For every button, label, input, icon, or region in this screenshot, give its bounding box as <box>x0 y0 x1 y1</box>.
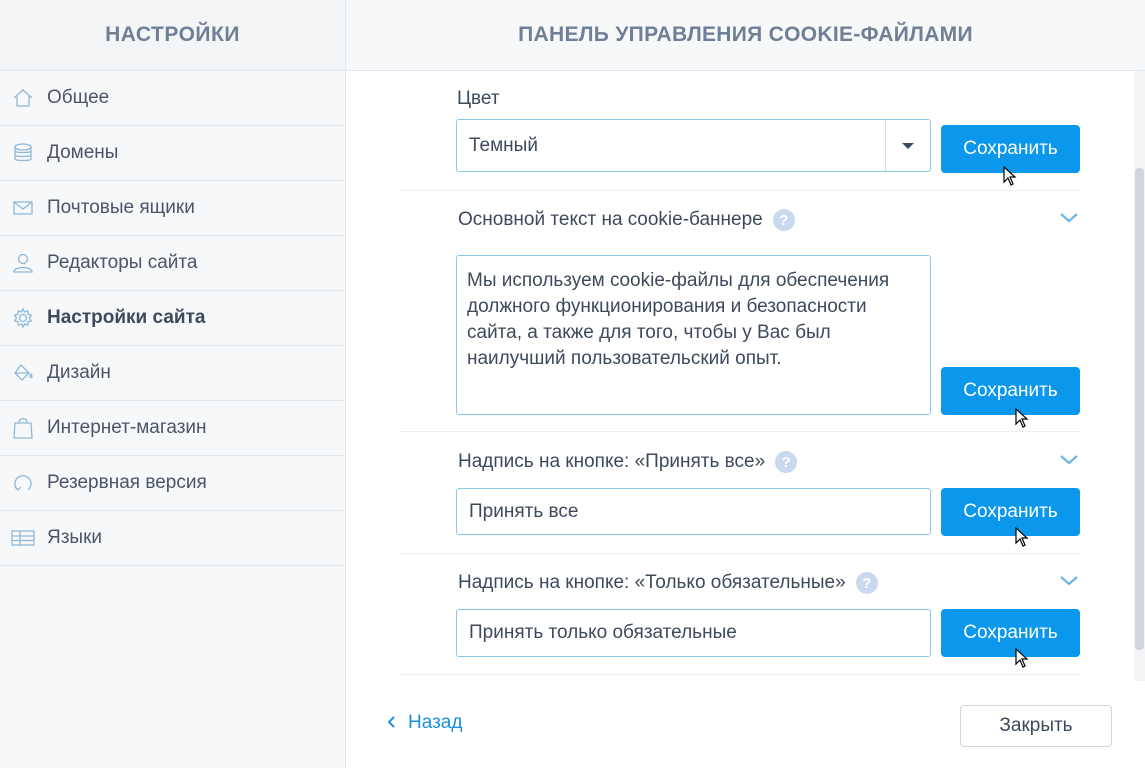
divider <box>400 553 1080 554</box>
cookie-settings-content[interactable]: Цвет Темный Сохранить Основной текст на … <box>346 71 1145 681</box>
sidebar-nav: Общее Домены Почтовые ящики Редакторы са… <box>0 71 345 566</box>
back-link[interactable]: Назад <box>387 712 463 734</box>
accept-all-label: Надпись на кнопке: «Принять все»? <box>458 451 798 473</box>
help-icon[interactable]: ? <box>855 572 878 594</box>
sidebar-item-mailboxes[interactable]: Почтовые ящики <box>0 181 345 236</box>
banner-text-label-text: Основной текст на cookie-баннере <box>458 209 763 231</box>
accept-all-input[interactable]: Принять все <box>456 488 931 535</box>
save-required-only-button[interactable]: Сохранить <box>941 609 1080 657</box>
shopping-bag-icon <box>11 416 35 440</box>
sidebar-item-general[interactable]: Общее <box>0 71 345 126</box>
back-label: Назад <box>408 712 463 733</box>
required-only-label: Надпись на кнопке: «Только обязательные»… <box>458 572 878 594</box>
color-select[interactable]: Темный <box>456 119 931 172</box>
color-select-value: Темный <box>469 134 538 156</box>
help-icon[interactable]: ? <box>772 209 795 231</box>
mouse-pointer-icon <box>1015 648 1029 668</box>
sidebar-item-site-editors[interactable]: Редакторы сайта <box>0 236 345 291</box>
close-button[interactable]: Закрыть <box>960 705 1112 747</box>
database-icon <box>11 141 35 165</box>
page-title: ПАНЕЛЬ УПРАВЛЕНИЯ COOKIE-ФАЙЛАМИ <box>518 23 973 46</box>
sidebar-item-label: Почтовые ящики <box>47 197 195 218</box>
color-field-label: Цвет <box>457 88 500 109</box>
save-accept-all-button[interactable]: Сохранить <box>941 488 1080 536</box>
chevron-down-icon[interactable] <box>1059 574 1079 586</box>
mail-icon <box>11 196 35 220</box>
save-banner-text-button[interactable]: Сохранить <box>941 367 1080 415</box>
sidebar-item-online-store[interactable]: Интернет-магазин <box>0 401 345 456</box>
sidebar-item-site-settings[interactable]: Настройки сайта <box>0 291 345 346</box>
sidebar-item-label: Интернет-магазин <box>47 417 207 438</box>
required-only-label-text: Надпись на кнопке: «Только обязательные» <box>458 572 846 594</box>
divider <box>400 190 1080 191</box>
main-panel: ПАНЕЛЬ УПРАВЛЕНИЯ COOKIE-ФАЙЛАМИ Цвет Те… <box>346 0 1145 768</box>
chevron-down-icon[interactable] <box>1059 211 1079 223</box>
footer: Назад Закрыть <box>346 681 1145 768</box>
sidebar-title: НАСТРОЙКИ <box>105 23 240 46</box>
sidebar-item-label: Дизайн <box>47 362 111 383</box>
mouse-pointer-icon <box>1015 408 1029 428</box>
sidebar-item-label: Общее <box>47 87 110 108</box>
mouse-pointer-icon <box>1003 166 1017 186</box>
main-header: ПАНЕЛЬ УПРАВЛЕНИЯ COOKIE-ФАЙЛАМИ <box>346 0 1145 71</box>
banner-text-textarea[interactable]: Мы используем cookie-файлы для обеспечен… <box>456 255 931 415</box>
sidebar-item-label: Настройки сайта <box>47 307 206 328</box>
sidebar-item-label: Резервная версия <box>47 472 207 493</box>
chevron-left-icon <box>387 712 396 734</box>
restore-icon <box>11 471 35 495</box>
required-only-input[interactable]: Принять только обязательные <box>456 609 931 657</box>
help-icon[interactable]: ? <box>775 451 798 473</box>
divider <box>400 674 1080 675</box>
sidebar-item-domains[interactable]: Домены <box>0 126 345 181</box>
gear-icon <box>11 306 35 330</box>
user-icon <box>11 251 35 275</box>
chevron-down-icon[interactable] <box>1059 453 1079 465</box>
sidebar-item-languages[interactable]: Языки <box>0 511 345 566</box>
sidebar-item-backup[interactable]: Резервная версия <box>0 456 345 511</box>
home-icon <box>11 86 35 110</box>
banner-text-label: Основной текст на cookie-баннере? <box>458 209 795 231</box>
mouse-pointer-icon <box>1015 527 1029 547</box>
scrollbar-thumb[interactable] <box>1135 168 1144 650</box>
sidebar-header: НАСТРОЙКИ <box>0 0 345 71</box>
sidebar: НАСТРОЙКИ Общее Домены Почтовые ящики Ре… <box>0 0 346 768</box>
divider <box>400 431 1080 432</box>
dropdown-arrow-icon[interactable] <box>885 120 930 171</box>
sidebar-item-design[interactable]: Дизайн <box>0 346 345 401</box>
sidebar-item-label: Языки <box>47 527 103 548</box>
sidebar-item-label: Редакторы сайта <box>47 252 198 273</box>
paint-bucket-icon <box>11 361 35 385</box>
table-icon <box>11 526 35 550</box>
sidebar-item-label: Домены <box>47 142 119 163</box>
accept-all-label-text: Надпись на кнопке: «Принять все» <box>458 451 766 473</box>
